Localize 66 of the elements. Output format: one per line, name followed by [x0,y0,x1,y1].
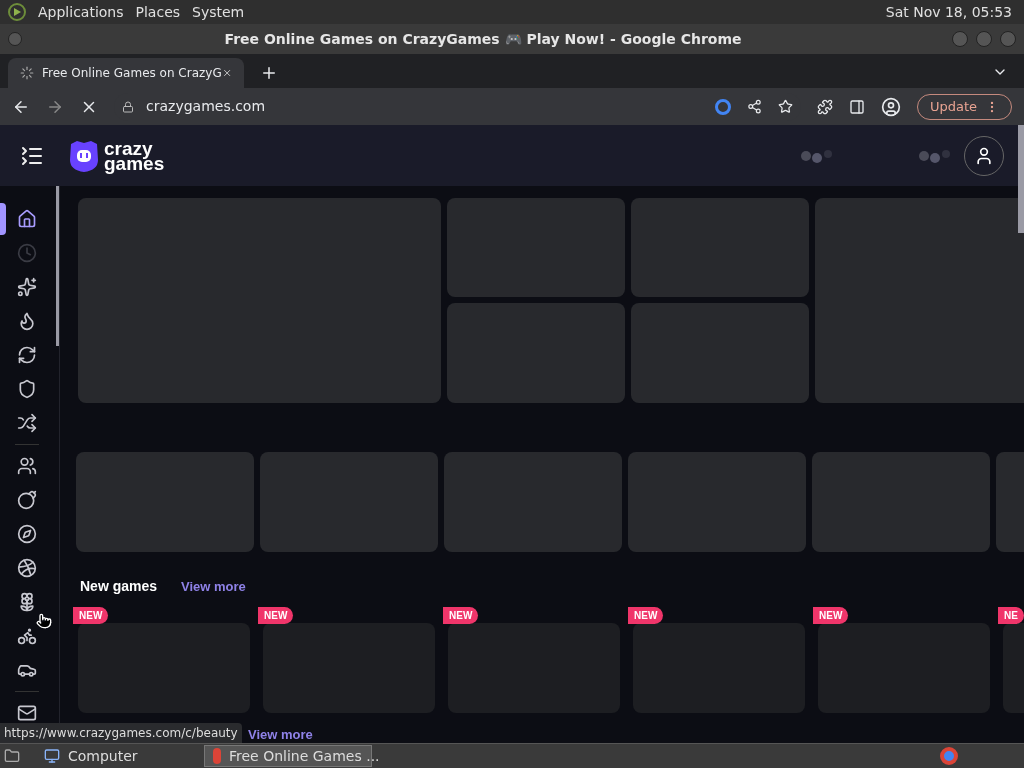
game-tile[interactable] [78,623,250,713]
browser-tab[interactable]: Free Online Games on CrazyG [8,58,244,88]
game-tile[interactable] [444,452,622,552]
mail-icon[interactable] [17,703,37,723]
google-icon[interactable] [714,98,731,115]
hand-cursor-icon [36,613,52,629]
site-logo[interactable]: crazy games [68,137,165,174]
bike-icon[interactable] [17,626,37,646]
distro-logo-icon [8,3,26,21]
loading-dots-icon [918,147,952,164]
panel-menu[interactable]: Places [135,1,181,23]
sparkles-icon[interactable] [17,277,37,297]
extensions-icon[interactable] [816,98,833,115]
flower-icon[interactable] [17,592,37,612]
new-badge: NEW [628,607,664,624]
game-tile[interactable] [815,198,1024,403]
new-badge: NEW [73,607,109,624]
game-tile[interactable] [76,452,254,552]
computer-icon [44,748,60,764]
active-indicator [0,203,6,235]
game-tile[interactable] [447,198,625,297]
new-badge: NEW [443,607,479,624]
url-text: crazygames.com [146,97,266,116]
view-more-link[interactable]: View more [248,727,313,742]
panel-menu[interactable]: System [192,1,245,23]
flame-icon[interactable] [17,311,37,331]
game-tile[interactable] [260,452,438,552]
new-tab-icon[interactable] [260,64,278,82]
panel-menu[interactable]: Applications [38,1,124,23]
compass-icon[interactable] [17,524,37,544]
game-tile[interactable] [631,198,809,297]
taskbar-label: Computer [68,746,138,766]
shield-icon[interactable] [17,379,37,399]
game-tile[interactable] [633,623,805,713]
folder-icon[interactable] [4,748,20,764]
game-tile[interactable] [812,452,990,552]
side-panel-icon[interactable] [848,98,865,115]
game-tile[interactable] [263,623,435,713]
taskbar-label: Free Online Games ... [229,746,380,766]
loading-dots-icon [800,147,834,164]
game-tile[interactable] [818,623,990,713]
new-badge: NEW [258,607,294,624]
window-title: Free Online Games on CrazyGames 🎮 Play Now! - Google Chrome [223,29,743,49]
panel-clock: Sat Nov 18, 05:53 [885,2,1012,22]
ball-icon[interactable] [17,558,37,578]
game-tile[interactable] [631,303,809,403]
taskbar-item[interactable]: Computer [36,745,204,767]
user-icon [974,145,994,166]
status-url-tooltip: https://www.crazygames.com/c/beauty [0,723,242,743]
new-badge: NEW [813,607,849,624]
view-more-link[interactable]: View more [181,576,246,597]
share-icon[interactable] [746,99,762,114]
tab-title: Free Online Games on CrazyG [42,65,222,82]
section-title: New games [80,577,158,596]
users-icon[interactable] [17,456,37,476]
home-icon[interactable] [17,209,37,229]
lock-icon [122,100,134,113]
refresh-icon[interactable] [17,345,37,365]
profile-icon[interactable] [880,96,901,117]
game-tile[interactable] [447,303,625,403]
game-tile[interactable] [448,623,620,713]
new-badge: NE [998,607,1024,624]
game-tile[interactable] [628,452,806,552]
game-tile[interactable] [78,198,441,403]
shuffle-icon[interactable] [17,413,37,433]
bookmark-star-icon[interactable] [777,99,793,114]
